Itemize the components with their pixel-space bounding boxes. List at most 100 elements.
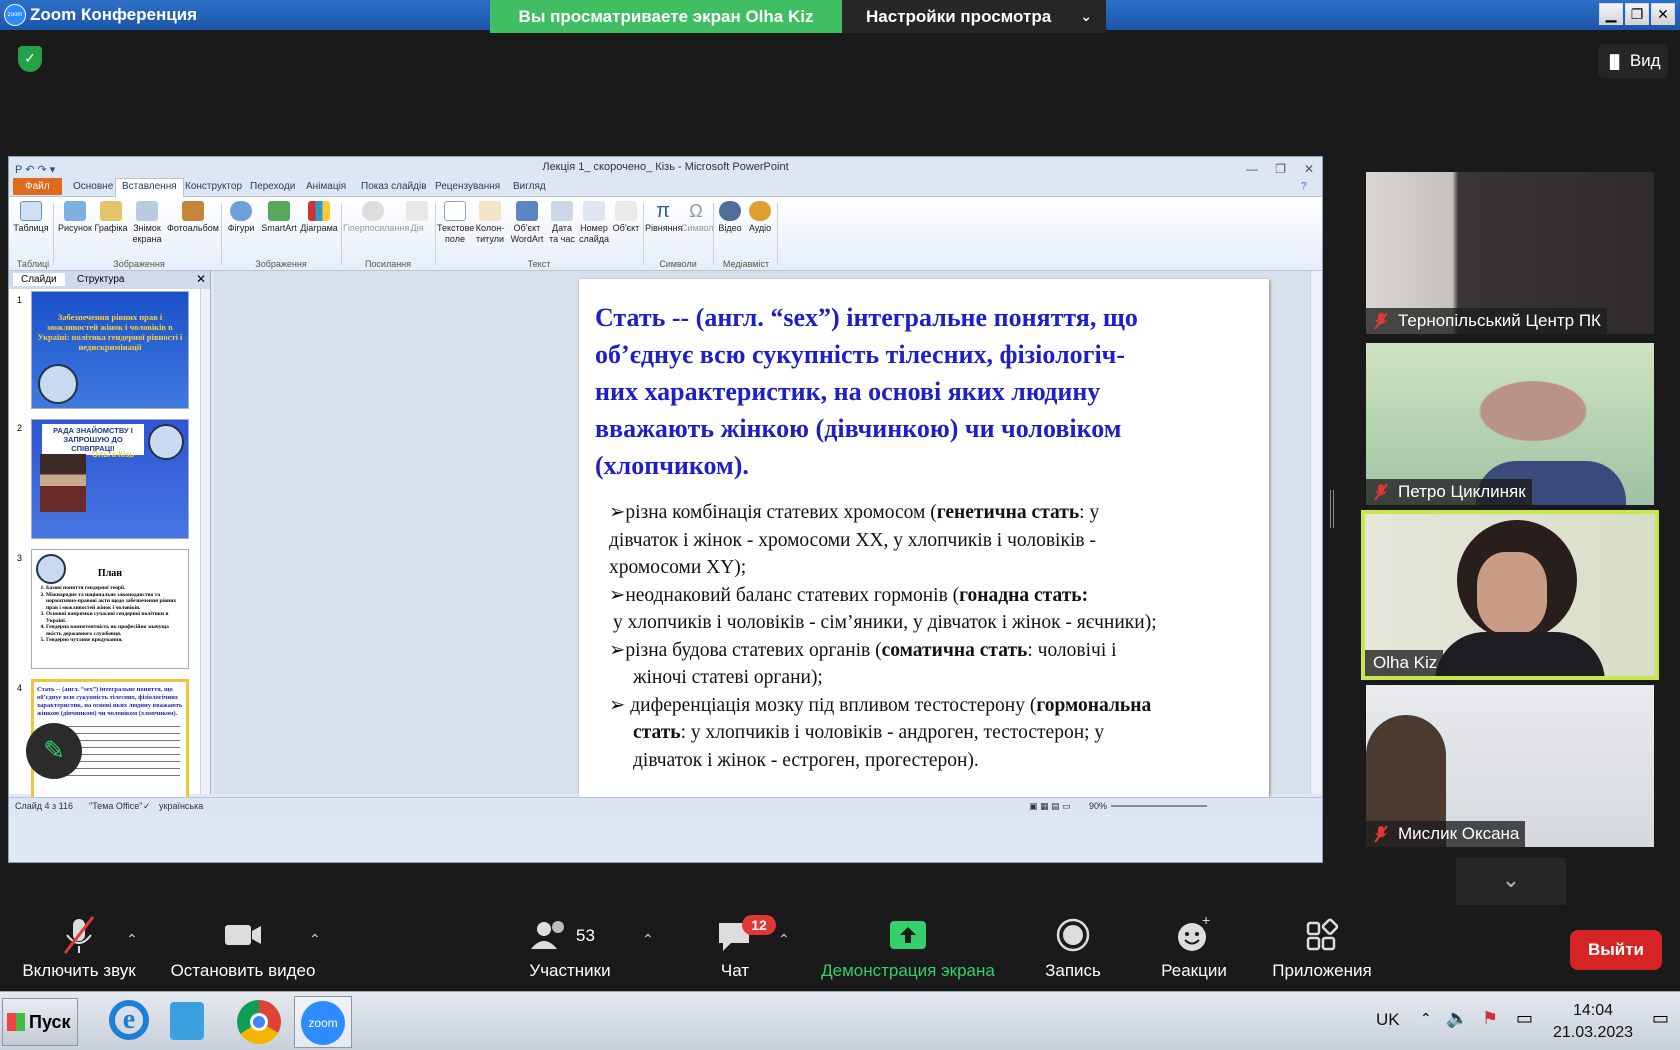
volume-icon[interactable]: 🔈 (1446, 1008, 1468, 1029)
input-language[interactable]: UK (1376, 1010, 1400, 1030)
tab-view[interactable]: Вигляд (507, 179, 552, 194)
audio-button[interactable]: Аудіо (745, 201, 775, 234)
action-label: Дія (410, 223, 424, 233)
equation-button[interactable]: π Рівняння (645, 201, 682, 234)
tab-outline[interactable]: Структура (69, 273, 132, 286)
tab-file[interactable]: Файл (13, 178, 62, 195)
participants-options-caret[interactable]: ⌃ (642, 931, 654, 948)
chat-options-caret[interactable]: ⌃ (778, 931, 790, 948)
slide-thumbnail-1[interactable]: Забезпечення рівних прав і можливостей ж… (31, 291, 189, 409)
leave-button[interactable]: Выйти (1570, 930, 1662, 970)
reactions-button[interactable]: + Реакции (1152, 905, 1236, 981)
minimize-button[interactable]: ▁ (1599, 3, 1623, 25)
view-options-dropdown[interactable]: Настройки просмотра ⌄ (842, 0, 1106, 33)
tab-animations[interactable]: Анімація (300, 179, 352, 194)
participant-name-text: Мислик Оксана (1398, 824, 1520, 843)
taskbar-clock[interactable]: 14:04 21.03.2023 (1548, 1000, 1638, 1044)
smartart-button[interactable]: SmartArt (259, 201, 299, 234)
header-footer-label: Колон-титули (475, 223, 505, 244)
shapes-button[interactable]: Фігури (223, 201, 259, 234)
help-icon[interactable]: ? (1295, 179, 1313, 194)
slide-thumbnail-2[interactable]: РАДА ЗНАЙОМСТВУ І ЗАПРОШУЮ ДО СПІВПРАЦІ!… (31, 419, 189, 539)
stop-video-button[interactable]: Остановить видео (160, 905, 326, 981)
reactions-label: Реакции (1161, 961, 1227, 980)
participants-button[interactable]: 53 Участники (520, 905, 620, 981)
hyperlink-button[interactable]: Гіперпосилання (343, 201, 409, 234)
pen-annotation-button[interactable]: ✎ (26, 723, 82, 779)
participant-face (1477, 552, 1547, 634)
taskbar-media[interactable] (158, 996, 216, 1048)
clipart-button[interactable]: Графіка (93, 201, 129, 234)
participant-tile[interactable]: Мислик Оксана (1366, 685, 1654, 847)
header-footer-button[interactable]: Колон-титули (473, 201, 507, 245)
encryption-shield-icon[interactable]: ✓ (18, 46, 42, 72)
action-center-icon[interactable]: ⚑ (1482, 1008, 1498, 1029)
view-button[interactable]: ▐▌ Вид (1598, 44, 1668, 78)
share-screen-button[interactable]: Демонстрация экрана (808, 905, 1008, 981)
ppt-restore-button[interactable]: ❐ (1275, 159, 1286, 179)
object-button[interactable]: Об'єкт (611, 201, 641, 234)
textbox-label: Текстове поле (437, 223, 475, 244)
panel-scrollbar[interactable] (200, 289, 210, 794)
vertical-scrollbar[interactable] (1310, 271, 1322, 794)
slide-title-line: Стать -- (англ. “sex”) інтегральне понят… (595, 303, 1138, 332)
ppt-close-button[interactable]: ✕ (1304, 159, 1314, 179)
textbox-button[interactable]: Текстове поле (437, 201, 475, 245)
slide-thumbnail-3[interactable]: План Базові поняття гендерної теорії. Мі… (31, 549, 189, 669)
record-button[interactable]: Запись (1036, 905, 1110, 981)
wordart-button[interactable]: Об'єкт WordArt (507, 201, 547, 245)
view-buttons[interactable]: ▣ ▦ ▤ ▭ (1029, 801, 1071, 812)
splitter-handle[interactable] (1330, 490, 1334, 528)
apps-button[interactable]: Приложения (1262, 905, 1382, 981)
tab-transitions[interactable]: Переходи (244, 179, 301, 194)
start-button[interactable]: Пуск (2, 998, 78, 1046)
screenshot-button[interactable]: Знімок екрана (129, 201, 165, 245)
close-panel-icon[interactable]: ✕ (196, 272, 206, 286)
maximize-button[interactable]: ❐ (1625, 3, 1649, 25)
bullet-text: ➢різна комбінація статевих хромосом ( (609, 502, 937, 523)
group-media: Медіавміст (722, 259, 770, 269)
ppt-minimize-button[interactable]: — (1246, 159, 1258, 179)
network-icon[interactable]: ▭ (1516, 1008, 1533, 1029)
action-button[interactable]: Дія (403, 201, 431, 234)
photo-album-icon (182, 201, 204, 221)
tab-slideshow[interactable]: Показ слайдів (355, 179, 433, 194)
tab-slides[interactable]: Слайди (13, 273, 65, 286)
close-button[interactable]: ✕ (1651, 3, 1675, 25)
video-options-caret[interactable]: ⌃ (309, 931, 321, 948)
tab-insert[interactable]: Вставлення (115, 178, 184, 198)
powerpoint-window: P ↶ ↷ ▾ Лекція 1_ скорочено_ Кізь - Micr… (8, 156, 1323, 863)
audio-options-caret[interactable]: ⌃ (126, 931, 138, 948)
participant-tile[interactable]: Тернопільський Центр ПК (1366, 172, 1654, 334)
tab-design[interactable]: Конструктор (179, 179, 248, 194)
tray-expand-icon[interactable]: ⌃ (1420, 1010, 1432, 1027)
table-button[interactable]: Таблиця (13, 201, 49, 234)
group-illustrations: Зображення (255, 259, 307, 269)
date-time-button[interactable]: Дата та час (547, 201, 577, 245)
participant-tile[interactable]: Петро Циклиняк (1366, 343, 1654, 505)
scroll-down-button[interactable]: ⌄ (1456, 858, 1566, 906)
stop-video-label: Остановить видео (170, 961, 316, 980)
taskbar-zoom[interactable]: zoom (294, 996, 352, 1048)
current-slide[interactable]: Стать -- (англ. “sex”) інтегральне понят… (579, 279, 1269, 797)
video-button[interactable]: Відео (715, 201, 745, 234)
taskbar-ie[interactable]: e (100, 996, 158, 1048)
tab-home[interactable]: Основне (67, 179, 119, 194)
slide-number-button[interactable]: Номер слайда (577, 201, 611, 245)
spellcheck-icon[interactable]: ✓ (143, 801, 151, 812)
photo-album-button[interactable]: Фотоальбом (165, 201, 221, 234)
symbol-button[interactable]: Ω Символ (681, 201, 713, 234)
language: українська (159, 801, 204, 811)
picture-button[interactable]: Рисунок (57, 201, 93, 234)
participant-tile-active[interactable]: Olha Kiz (1361, 510, 1659, 680)
participant-body (1435, 632, 1605, 676)
chart-button[interactable]: Діаграма (299, 201, 339, 234)
object-label: Об'єкт (612, 223, 640, 233)
action-icon (406, 201, 428, 221)
taskbar-chrome[interactable] (230, 996, 288, 1048)
notification-icon[interactable]: ▭ (1652, 1008, 1669, 1029)
tab-review[interactable]: Рецензування (429, 179, 506, 194)
video-label: Відео (718, 223, 742, 233)
bullet-1-cont: хромосоми ХY); (609, 557, 747, 578)
zoom-slider[interactable] (1111, 805, 1207, 807)
